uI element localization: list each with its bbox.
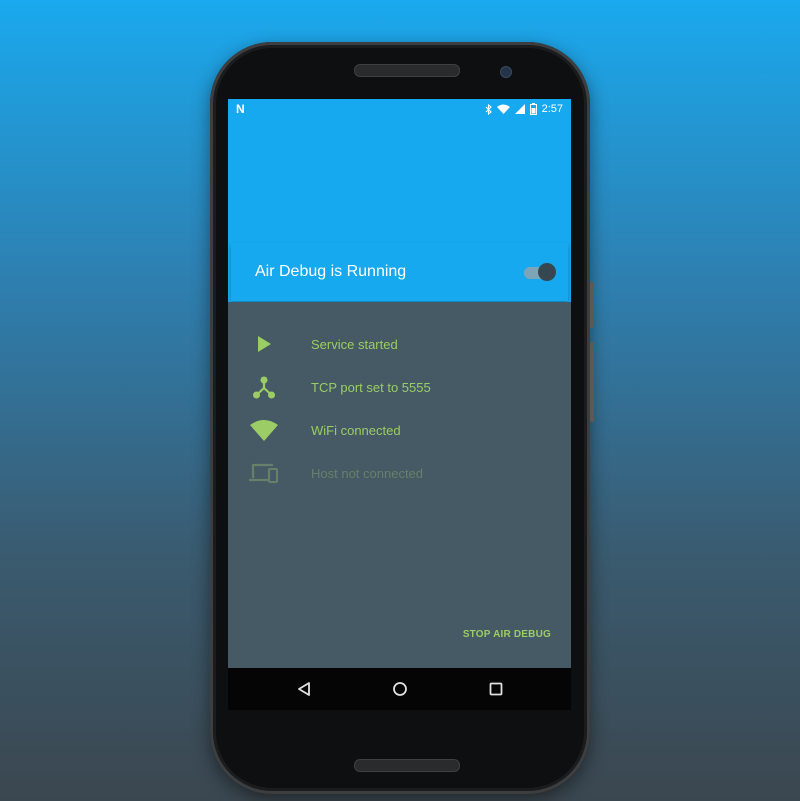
status-label: WiFi connected <box>311 422 401 438</box>
back-icon[interactable] <box>294 679 314 699</box>
front-camera <box>500 66 512 78</box>
navigation-bar <box>228 668 571 710</box>
status-item-host: Host not connected <box>248 458 423 488</box>
network-icon <box>248 373 280 401</box>
status-label: TCP port set to 5555 <box>311 379 431 395</box>
clock: 2:57 <box>541 103 563 115</box>
status-item-tcp: TCP port set to 5555 <box>248 372 431 402</box>
bluetooth-icon <box>485 103 492 115</box>
status-label: Service started <box>311 336 398 352</box>
status-panel: Service started TCP port set to 5555 WiF… <box>228 302 571 668</box>
status-icons: 2:57 <box>485 103 563 115</box>
home-icon[interactable] <box>390 679 410 699</box>
power-button <box>590 282 594 328</box>
recents-icon[interactable] <box>486 679 506 699</box>
phone-screen: N 2:57 Air Debug is Running Service star… <box>228 99 571 668</box>
stop-air-debug-button[interactable]: STOP AIR DEBUG <box>463 629 551 640</box>
status-item-wifi: WiFi connected <box>248 415 401 445</box>
status-item-service: Service started <box>248 329 398 359</box>
status-bar: N 2:57 <box>228 99 571 121</box>
play-icon <box>248 330 280 358</box>
n-icon: N <box>236 102 245 116</box>
devices-icon <box>248 459 280 487</box>
bottom-speaker <box>354 759 460 772</box>
volume-rocker <box>590 342 594 422</box>
running-toggle[interactable] <box>524 263 556 281</box>
toggle-thumb <box>538 263 556 281</box>
header-bar: Air Debug is Running <box>231 243 568 301</box>
top-speaker <box>354 64 460 77</box>
wifi-icon <box>248 416 280 444</box>
signal-icon <box>514 104 525 114</box>
wifi-icon <box>496 104 510 114</box>
page-title: Air Debug is Running <box>255 263 407 280</box>
status-label: Host not connected <box>311 465 424 481</box>
battery-icon <box>529 103 537 115</box>
